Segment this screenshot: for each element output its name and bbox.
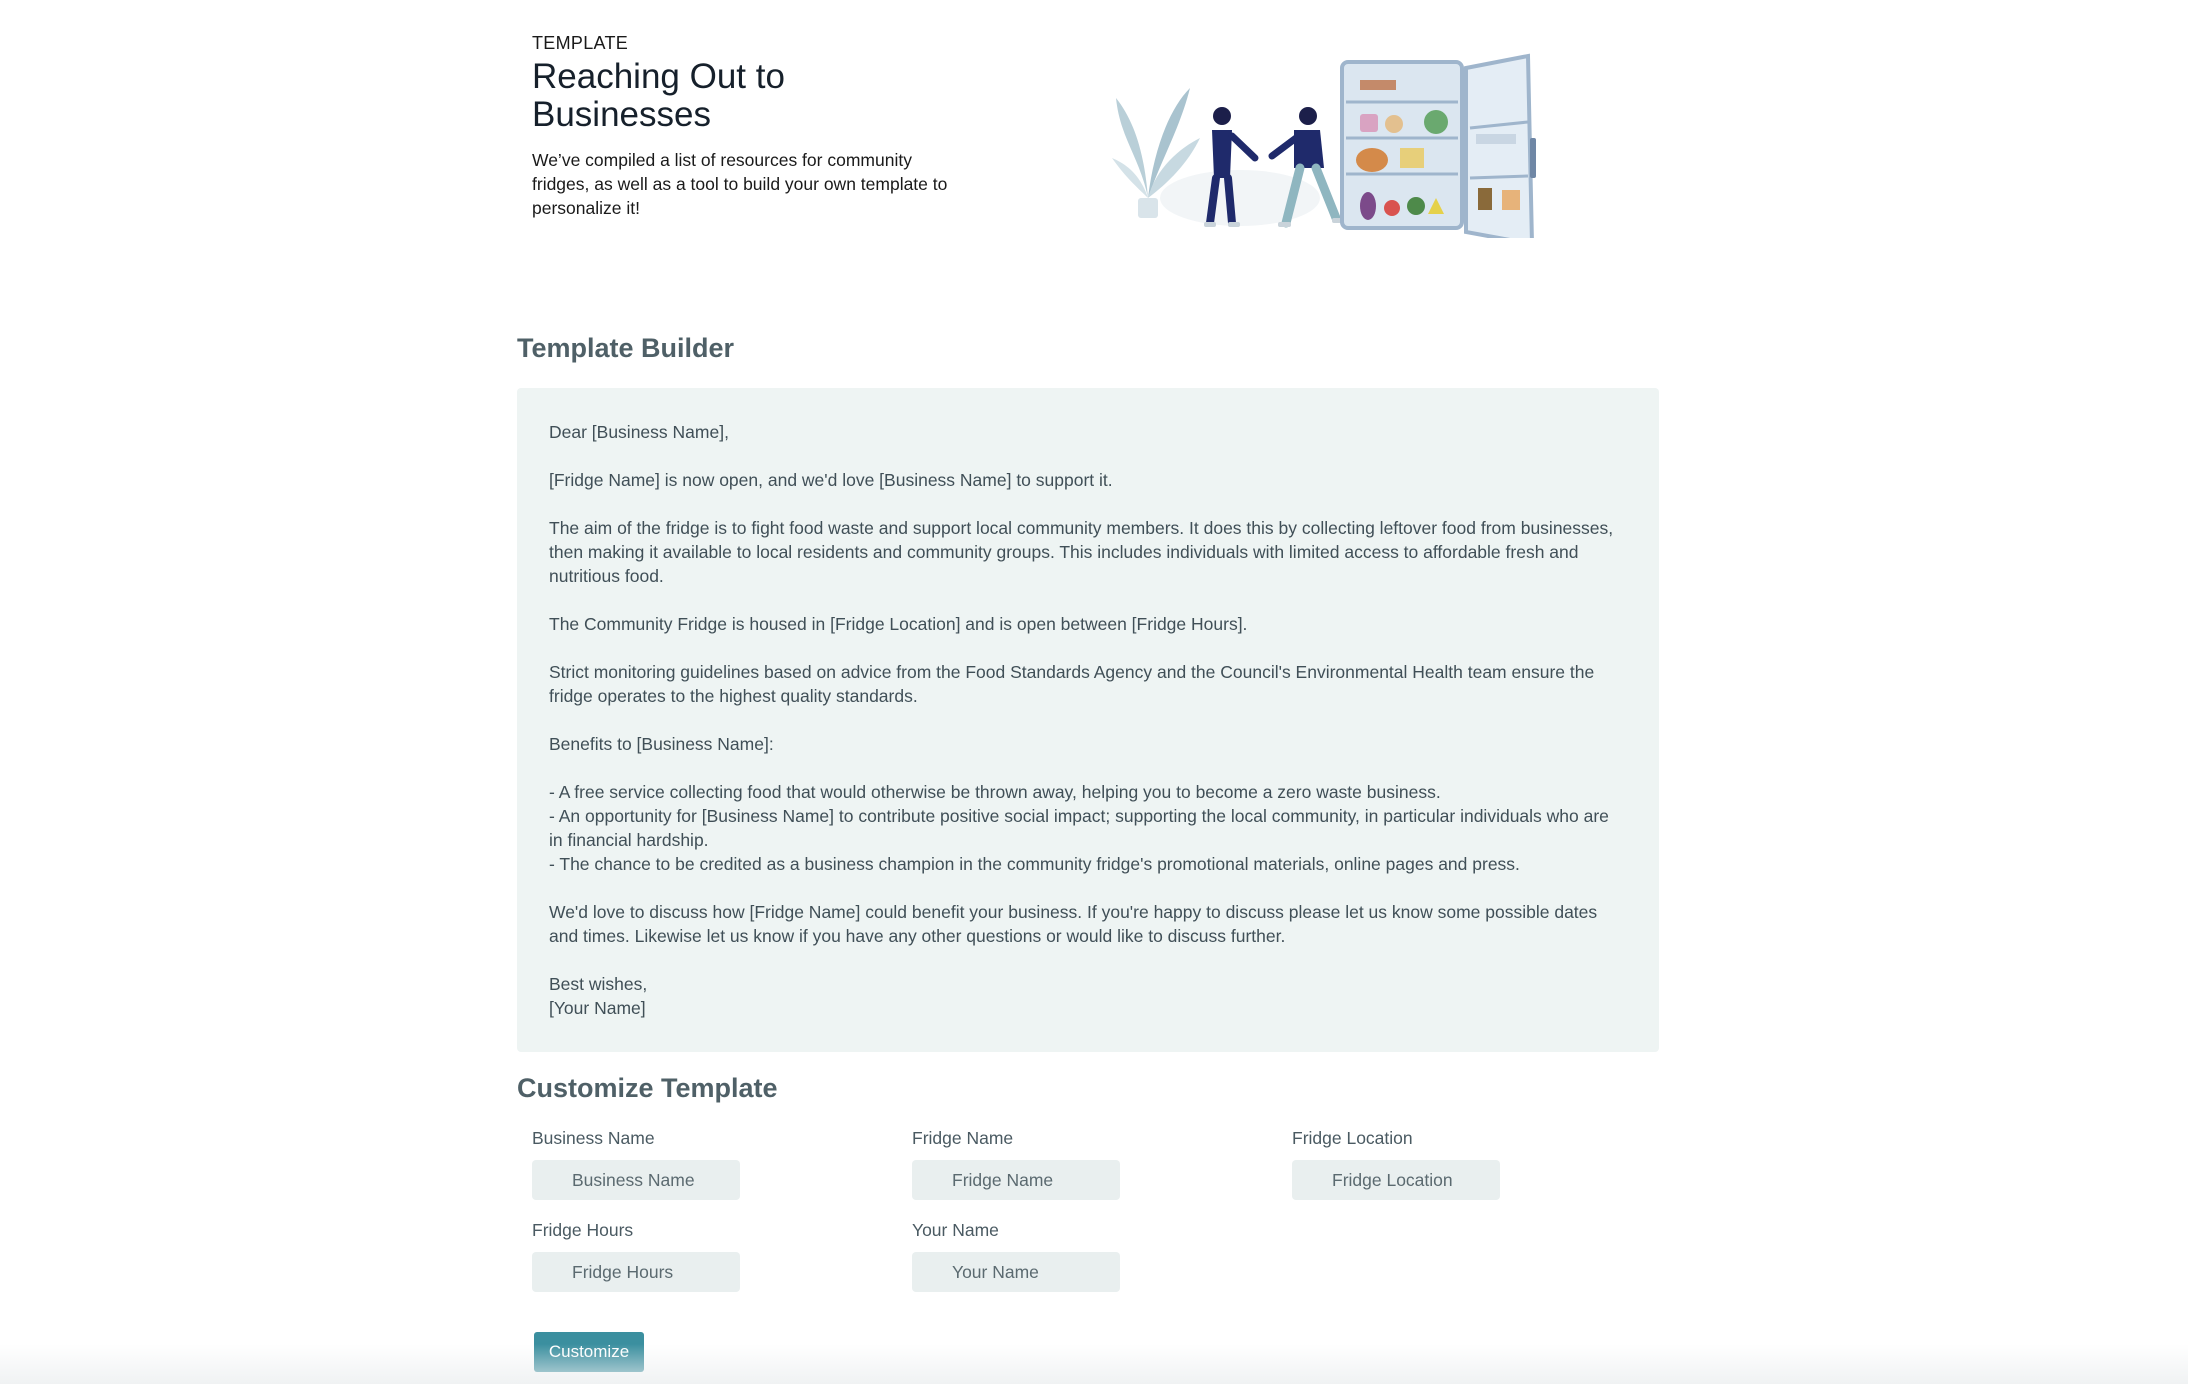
fridge-location-input[interactable] (1292, 1160, 1500, 1200)
customize-template-heading: Customize Template (517, 1073, 778, 1103)
your-name-input[interactable] (912, 1252, 1120, 1292)
hero-description: We’ve compiled a list of resources for c… (532, 150, 948, 218)
fridge-name-input[interactable] (912, 1160, 1120, 1200)
fridge-hours-input[interactable] (532, 1252, 740, 1292)
fridge-location-field-group: Fridge Location (1292, 1128, 1512, 1200)
template-letter-preview: Dear [Business Name], [Fridge Name] is n… (517, 388, 1659, 1052)
business-name-input[interactable] (532, 1160, 740, 1200)
letter-signoff: Best wishes, [Your Name] (549, 974, 648, 1018)
template-builder-heading: Template Builder (517, 333, 735, 363)
fridge-location-label: Fridge Location (1292, 1128, 1413, 1148)
business-name-label: Business Name (532, 1128, 655, 1148)
hero-section: TEMPLATE Reaching Out to Businesses We’v… (532, 33, 972, 220)
customize-button[interactable]: Customize (534, 1332, 644, 1372)
business-name-field-group: Business Name (532, 1128, 752, 1200)
fridge-name-label: Fridge Name (912, 1128, 1014, 1148)
letter-paragraph: Strict monitoring guidelines based on ad… (549, 662, 1600, 706)
letter-greeting: Dear [Business Name], (549, 422, 729, 442)
page-title: Reaching Out to Businesses (532, 57, 785, 134)
letter-paragraph: Benefits to [Business Name]: (549, 734, 774, 754)
fridge-hours-field-group: Fridge Hours (532, 1220, 752, 1292)
bottom-fade (0, 1344, 2188, 1384)
fridge-name-field-group: Fridge Name (912, 1128, 1132, 1200)
hero-eyebrow: TEMPLATE (532, 33, 629, 53)
letter-benefits-list: - A free service collecting food that wo… (549, 782, 1609, 874)
letter-paragraph: We'd love to discuss how [Fridge Name] c… (549, 902, 1603, 946)
letter-paragraph: The Community Fridge is housed in [Fridg… (549, 614, 1248, 634)
fridge-icon (1340, 53, 1536, 247)
your-name-field-group: Your Name (912, 1220, 1132, 1292)
letter-paragraph: The aim of the fridge is to fight food w… (549, 518, 1618, 586)
community-fridge-illustration-icon (1110, 38, 1550, 247)
letter-paragraph: [Fridge Name] is now open, and we'd love… (549, 470, 1113, 490)
your-name-label: Your Name (912, 1220, 999, 1240)
fridge-hours-label: Fridge Hours (532, 1220, 634, 1240)
